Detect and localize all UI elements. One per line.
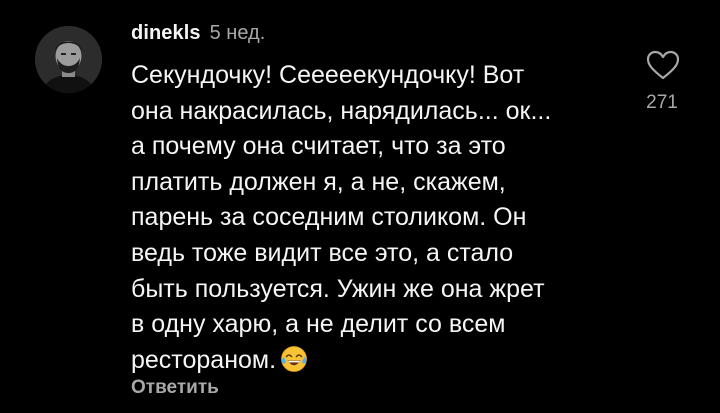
username[interactable]: dinekls [131, 22, 201, 45]
avatar[interactable] [35, 26, 102, 93]
avatar-photo [35, 26, 102, 93]
comment-header: dinekls 5 нед. [131, 22, 265, 48]
timestamp: 5 нед. [209, 22, 266, 44]
comment-text-line: она накрасилась, нарядилась... ок... [131, 96, 552, 125]
comment-text-line: парень за соседним столиком. Он [131, 203, 527, 232]
face-with-tears-of-joy-icon [280, 345, 308, 373]
comment-text-line: в одну харю, а не делит со всем [131, 310, 506, 339]
comment-text-last-line: рестораном. [131, 343, 621, 379]
comment-text-line: рестораном. [131, 345, 277, 374]
comment-text-line: Секундочку! Сееееекундочку! Вот [131, 61, 525, 89]
like-button[interactable] [646, 50, 680, 80]
like-count: 271 [646, 92, 678, 113]
heart-outline-icon [646, 50, 680, 80]
comment-text-line: быть пользуется. Ужин же она жрет [131, 274, 545, 303]
comment-text-line: ведь тоже видит все это, а стало [131, 238, 514, 267]
comment-text-line: платить должен я, а не, скажем, [131, 167, 506, 196]
reply-button[interactable]: Ответить [131, 377, 219, 399]
comment-text-line: а почему она считает, что за это [131, 132, 506, 161]
comment: dinekls 5 нед. Секундочку! Сееееекундочк… [0, 0, 720, 413]
comment-text: Секундочку! Сееееекундочку! Вот она накр… [131, 58, 621, 378]
